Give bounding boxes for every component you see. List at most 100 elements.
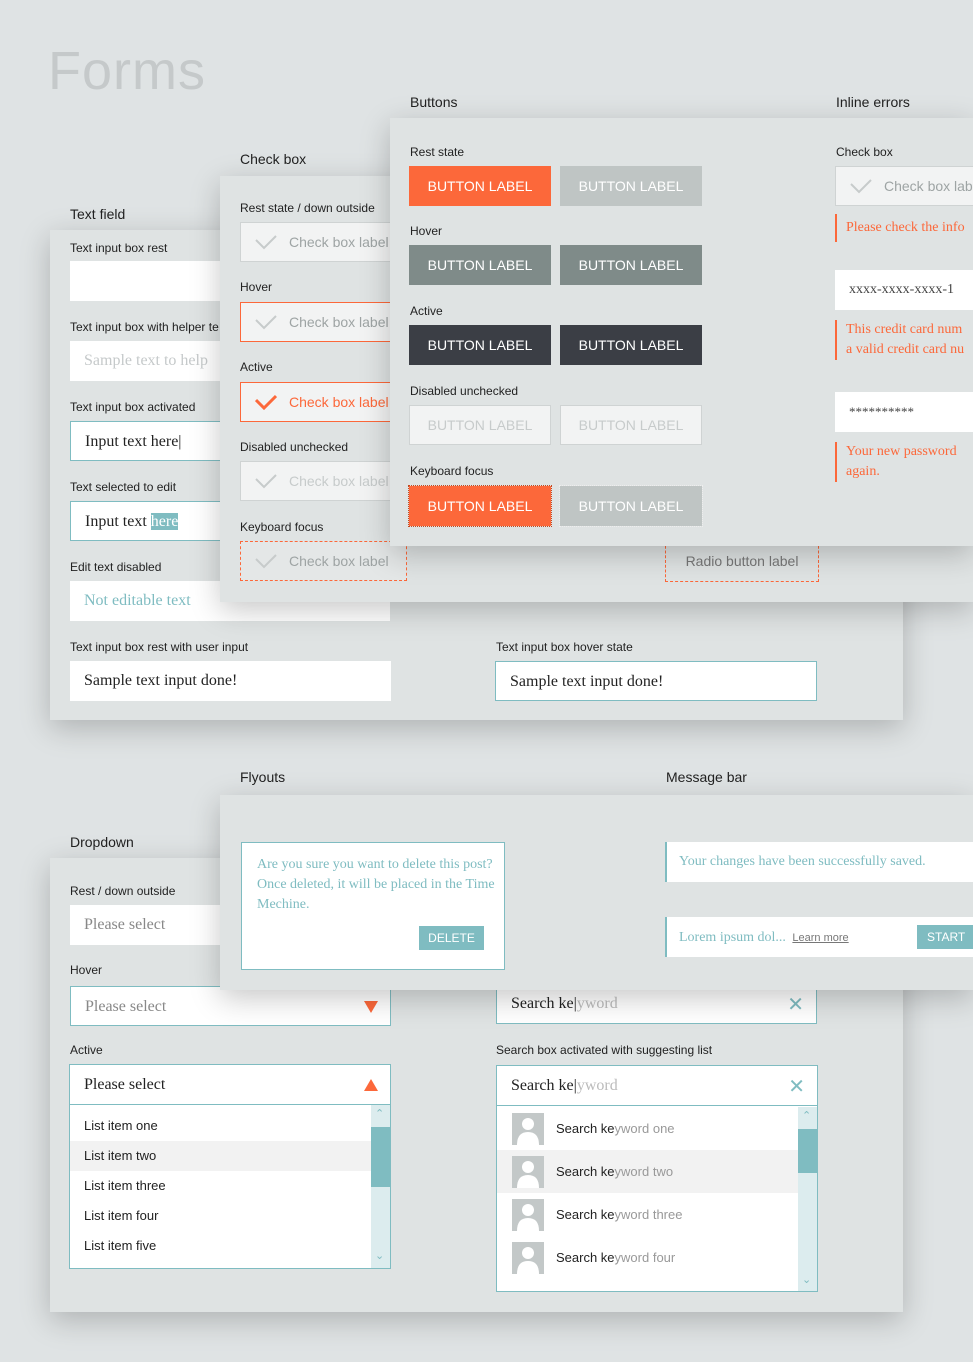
- label: Rest / down outside: [70, 884, 176, 898]
- label: Edit text disabled: [70, 560, 162, 574]
- suggestion-item[interactable]: Search keyword two: [497, 1150, 798, 1193]
- label: Hover: [70, 963, 103, 977]
- dropdown-field[interactable]: Please select: [70, 1065, 390, 1105]
- checkbox-error[interactable]: Check box lab: [835, 166, 973, 206]
- text-input-user[interactable]: Sample text input done!: [70, 661, 391, 701]
- chevron-down-icon[interactable]: ⌄: [802, 1273, 811, 1286]
- check-icon: [255, 235, 277, 250]
- delete-button[interactable]: DELETE: [419, 926, 484, 950]
- check-icon: [255, 315, 277, 330]
- suggestion-rest: yword one: [614, 1121, 675, 1136]
- dropdown-active[interactable]: Please select List item one List item tw…: [69, 1064, 391, 1269]
- chevron-up-icon[interactable]: ⌃: [375, 1107, 384, 1120]
- label: Rest state / down outside: [240, 201, 375, 215]
- suggestion-item[interactable]: Search keyword four: [497, 1236, 798, 1279]
- primary-button-focus[interactable]: BUTTON LABEL: [408, 485, 552, 527]
- label: Search box activated with suggesting lis…: [496, 1043, 713, 1057]
- search-suggest: yword: [576, 1077, 618, 1094]
- error-line: Your new password: [846, 444, 957, 459]
- flyouts-panel: Are you sure you want to delete this pos…: [220, 795, 973, 990]
- buttons-heading: Buttons: [410, 94, 458, 110]
- label: Active: [240, 360, 273, 374]
- scrollbar[interactable]: ⌃ ⌄: [371, 1105, 390, 1268]
- secondary-button-hover[interactable]: BUTTON LABEL: [560, 245, 702, 285]
- avatar-icon: [512, 1242, 544, 1274]
- checkbox-label: Check box label: [289, 234, 389, 250]
- checkbox-active[interactable]: Check box label: [240, 382, 407, 422]
- scrollbar[interactable]: ⌃ ⌄: [798, 1107, 817, 1291]
- list-item[interactable]: List item four: [70, 1201, 371, 1231]
- error-line: again.: [846, 464, 880, 479]
- text-field-heading: Text field: [70, 206, 126, 222]
- checkbox-disabled: Check box label: [240, 461, 407, 501]
- suggestion-typed: Search ke: [556, 1250, 615, 1265]
- label: Active: [410, 304, 443, 318]
- suggestion-item[interactable]: Search keyword three: [497, 1193, 798, 1236]
- caret-up-icon: [364, 1079, 378, 1091]
- checkbox-label: Check box lab: [884, 178, 973, 194]
- label: Disabled unchecked: [410, 384, 519, 398]
- chevron-up-icon[interactable]: ⌃: [802, 1109, 811, 1122]
- inline-errors-heading: Inline errors: [836, 94, 910, 110]
- start-button[interactable]: START: [917, 925, 973, 949]
- list-item[interactable]: List item two: [70, 1141, 371, 1171]
- buttons-panel: Rest state BUTTON LABEL BUTTON LABEL Hov…: [390, 118, 973, 546]
- label: Text input box activated: [70, 400, 196, 414]
- input-value: Input text: [85, 513, 151, 530]
- card-number-input[interactable]: xxxx-xxxx-xxxx-1: [835, 270, 973, 310]
- avatar-icon: [512, 1199, 544, 1231]
- secondary-button-active[interactable]: BUTTON LABEL: [560, 325, 702, 365]
- page-title: Forms: [48, 41, 206, 101]
- close-icon[interactable]: ✕: [788, 1066, 805, 1105]
- scrollbar-thumb[interactable]: [371, 1127, 390, 1187]
- card-error-message: This credit card num a valid credit card …: [835, 320, 964, 360]
- avatar-icon: [512, 1113, 544, 1145]
- message-bar-success: Your changes have been successfully save…: [665, 842, 973, 882]
- dropdown-hover[interactable]: Please select: [70, 986, 391, 1026]
- password-input[interactable]: **********: [835, 392, 973, 432]
- label: Text input box rest with user input: [70, 640, 249, 654]
- primary-button-disabled: BUTTON LABEL: [409, 405, 551, 445]
- radio-focus[interactable]: Radio button label: [665, 541, 819, 582]
- search-active[interactable]: Search ke|yword ✕ Search keyword one Searc…: [496, 1065, 818, 1292]
- suggestion-typed: Search ke: [556, 1207, 615, 1222]
- text-input-hover[interactable]: Sample text input done!: [495, 661, 817, 701]
- secondary-button-focus[interactable]: BUTTON LABEL: [559, 485, 703, 527]
- dropdown-value: Please select: [84, 1076, 166, 1093]
- checkbox-rest[interactable]: Check box label: [240, 222, 407, 262]
- scrollbar-thumb[interactable]: [798, 1129, 817, 1173]
- search-input[interactable]: Search ke|yword ✕: [497, 1066, 817, 1106]
- checkbox-label: Check box label: [289, 553, 389, 569]
- check-icon: [255, 554, 277, 569]
- suggestion-rest: yword three: [614, 1207, 683, 1222]
- search-typed: Search ke: [511, 1077, 574, 1094]
- suggestion-item[interactable]: Search keyword one: [497, 1107, 798, 1150]
- checkbox-hover[interactable]: Check box label: [240, 302, 407, 342]
- label: Hover: [410, 224, 443, 238]
- label: Text selected to edit: [70, 480, 177, 494]
- flyouts-heading: Flyouts: [240, 769, 286, 785]
- avatar-icon: [512, 1156, 544, 1188]
- chevron-down-icon[interactable]: ⌄: [375, 1249, 384, 1262]
- checkbox-heading: Check box: [240, 151, 307, 167]
- check-icon: [255, 474, 277, 489]
- learn-more-link[interactable]: Learn more: [792, 932, 848, 944]
- suggestion-rest: yword two: [614, 1164, 674, 1179]
- check-icon: [850, 179, 872, 194]
- label: Keyboard focus: [240, 520, 324, 534]
- flyout-dialog: Are you sure you want to delete this pos…: [241, 842, 505, 970]
- label: Hover: [240, 280, 273, 294]
- secondary-button-rest[interactable]: BUTTON LABEL: [560, 166, 702, 206]
- search-suggest: yword: [576, 995, 618, 1012]
- list-item[interactable]: List item one: [70, 1111, 371, 1141]
- primary-button-hover[interactable]: BUTTON LABEL: [409, 245, 551, 285]
- flyout-text: Are you sure you want to delete this pos…: [257, 857, 495, 912]
- list-item[interactable]: List item three: [70, 1171, 371, 1201]
- primary-button-rest[interactable]: BUTTON LABEL: [409, 166, 551, 206]
- primary-button-active[interactable]: BUTTON LABEL: [409, 325, 551, 365]
- checkbox-focus[interactable]: Check box label: [240, 541, 407, 581]
- secondary-button-disabled: BUTTON LABEL: [560, 405, 702, 445]
- checkbox-error-message: Please check the info: [835, 214, 965, 242]
- list-item[interactable]: List item five: [70, 1231, 371, 1261]
- suggestion-typed: Search ke: [556, 1121, 615, 1136]
